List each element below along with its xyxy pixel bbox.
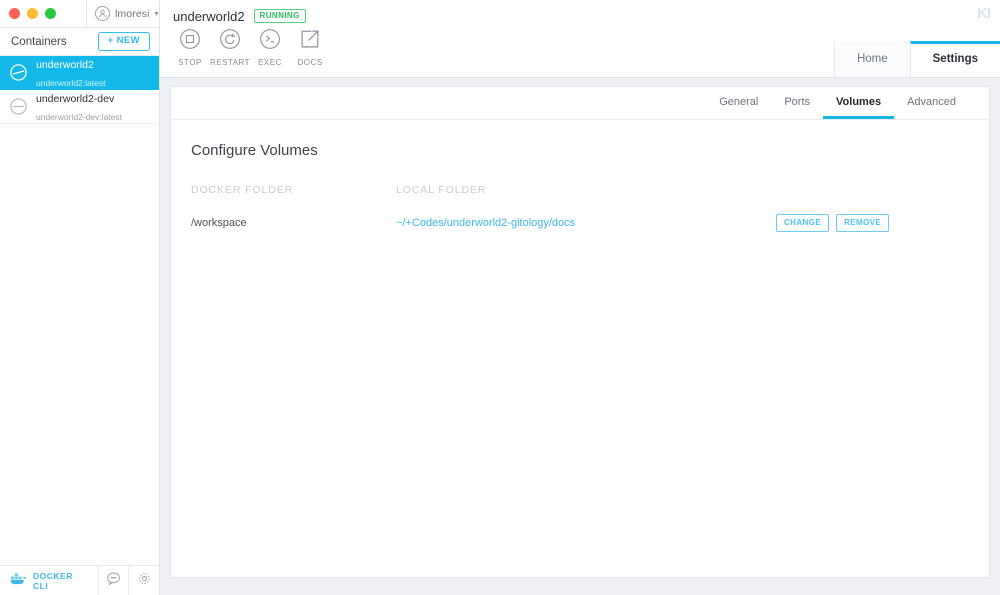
status-badge: RUNNING (253, 9, 306, 23)
account-name: lmoresi (115, 7, 150, 20)
sidebar: lmoresi ▾ Containers + NEW underworld2 u… (0, 0, 160, 595)
docker-cli-label: DOCKER CLI (33, 570, 73, 591)
gear-icon (137, 571, 152, 591)
panel-title: Configure Volumes (191, 142, 318, 159)
table-header-row: DOCKER FOLDER LOCAL FOLDER (191, 177, 886, 203)
restart-arrow-icon (219, 28, 241, 55)
external-link-icon (299, 28, 321, 55)
chevron-down-icon: ▾ (154, 8, 159, 18)
sidebar-item-underworld2-dev[interactable]: underworld2-dev underworld2-dev:latest (0, 90, 159, 124)
preferences-button[interactable] (129, 566, 159, 595)
docker-whale-icon (10, 571, 27, 590)
change-volume-button[interactable]: CHANGE (776, 214, 830, 232)
settings-panel: General Ports Volumes Advanced Configure… (170, 86, 990, 578)
containers-title: Containers (11, 35, 67, 48)
zoom-window-button[interactable] (45, 8, 56, 19)
container-stopped-icon (9, 97, 28, 116)
docker-cli-button[interactable]: DOCKER CLI (0, 566, 99, 595)
stop-button-label: STOP (178, 58, 202, 67)
container-image: underworld2:latest (36, 77, 106, 88)
docs-button-label: DOCS (297, 58, 323, 67)
container-topbar: underworld2 RUNNING STOP RESTART EXEC DO… (160, 0, 1000, 78)
container-name: underworld2 (36, 58, 94, 71)
column-header-docker-folder: DOCKER FOLDER (191, 184, 294, 196)
local-folder-value[interactable]: ~/+Codes/underworld2-gitology/docs (396, 217, 776, 229)
user-avatar-icon (95, 6, 110, 21)
sidebar-item-underworld2[interactable]: underworld2 underworld2:latest (0, 56, 159, 90)
docker-folder-value: /workspace (191, 217, 247, 229)
exec-button-label: EXEC (258, 58, 282, 67)
container-running-icon (9, 63, 28, 82)
docs-button[interactable]: DOCS (290, 26, 330, 67)
tab-ports[interactable]: Ports (771, 87, 823, 119)
restart-button[interactable]: RESTART (210, 26, 250, 67)
column-header-local-folder: LOCAL FOLDER (396, 184, 487, 196)
exec-button[interactable]: EXEC (250, 26, 290, 67)
restart-button-label: RESTART (209, 58, 251, 67)
tab-home[interactable]: Home (833, 40, 910, 77)
container-list: underworld2 underworld2:latest underworl… (0, 56, 159, 565)
tab-general[interactable]: General (706, 87, 771, 119)
account-menu[interactable]: lmoresi ▾ (86, 0, 159, 27)
main-area: underworld2 RUNNING STOP RESTART EXEC DO… (160, 0, 1000, 595)
new-container-button[interactable]: + NEW (97, 32, 150, 51)
tab-settings[interactable]: Settings (909, 40, 1000, 77)
main-tabs: Home Settings (833, 40, 1000, 77)
settings-subtabs: General Ports Volumes Advanced (171, 87, 989, 120)
close-window-button[interactable] (9, 8, 20, 19)
sidebar-statusbar: DOCKER CLI (0, 565, 159, 595)
tab-volumes[interactable]: Volumes (823, 87, 895, 119)
kitematic-logo: KI (977, 5, 991, 22)
volumes-panel: Configure Volumes DOCKER FOLDER LOCAL FO… (171, 120, 989, 243)
containers-header: Containers + NEW (0, 28, 159, 56)
stop-square-icon (179, 28, 201, 55)
window-titlebar: lmoresi ▾ (0, 0, 159, 28)
stop-button[interactable]: STOP (170, 26, 210, 67)
container-image: underworld2-dev:latest (36, 111, 122, 122)
remove-volume-button[interactable]: REMOVE (836, 214, 890, 232)
container-name: underworld2-dev (36, 92, 115, 105)
container-heading: underworld2 RUNNING (160, 0, 1000, 26)
table-row: /workspace ~/+Codes/underworld2-gitology… (191, 203, 890, 243)
page-title: underworld2 (173, 8, 245, 24)
minimize-window-button[interactable] (27, 8, 38, 19)
row-actions: CHANGE REMOVE (776, 214, 890, 232)
traffic-lights (0, 8, 86, 19)
kitematic-window: lmoresi ▾ Containers + NEW underworld2 u… (0, 0, 1000, 595)
terminal-prompt-icon (259, 28, 281, 55)
tab-advanced[interactable]: Advanced (894, 87, 969, 119)
speech-bubble-icon (106, 571, 121, 591)
feedback-button[interactable] (99, 566, 129, 595)
volumes-table: DOCKER FOLDER LOCAL FOLDER /workspace ~/… (191, 177, 890, 243)
